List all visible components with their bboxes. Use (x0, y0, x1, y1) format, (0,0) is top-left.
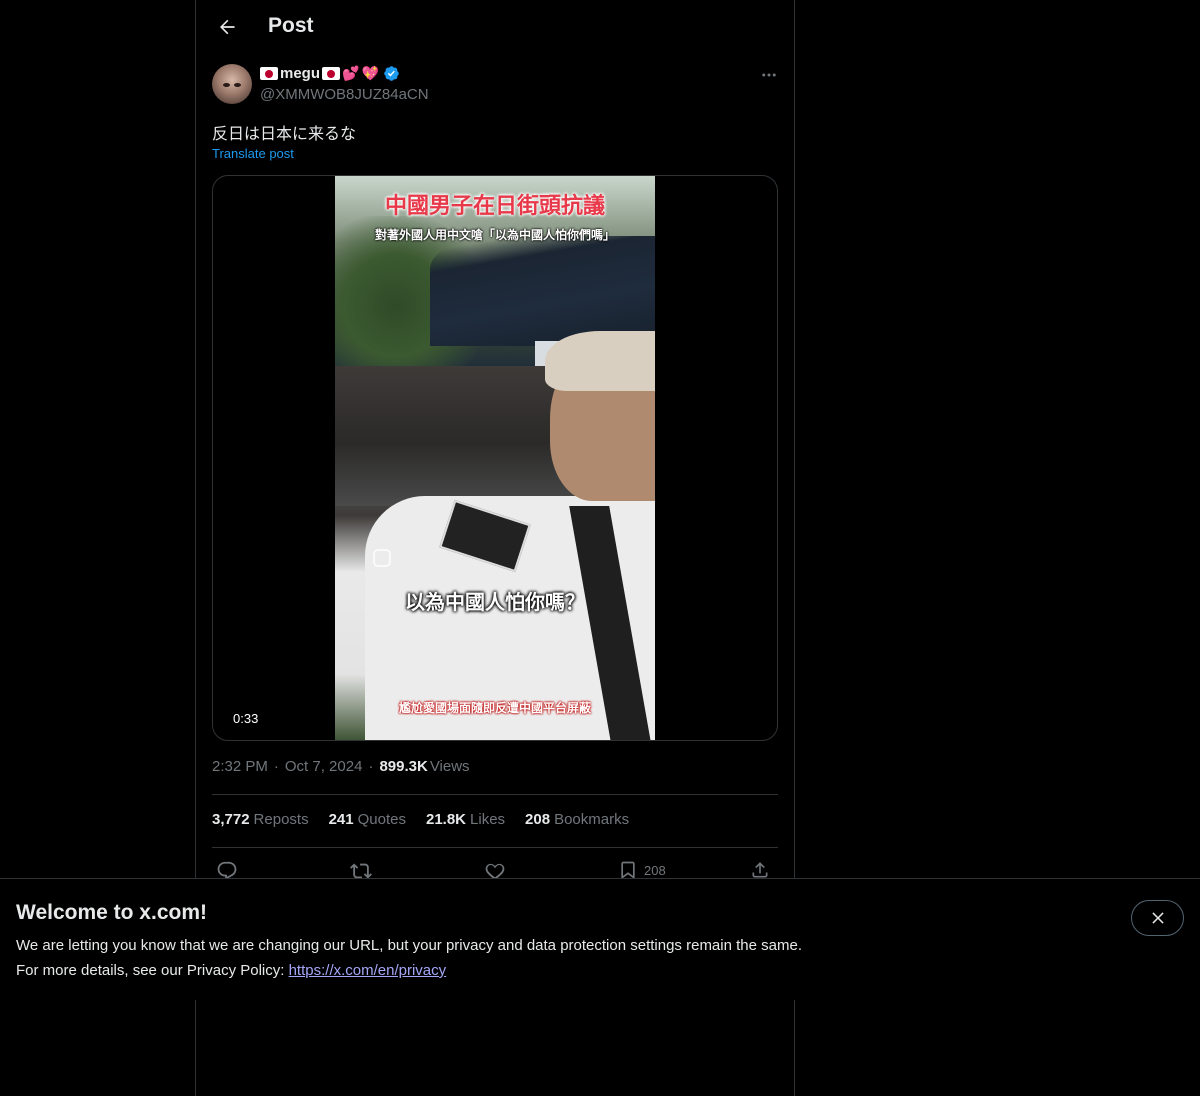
video-duration: 0:33 (225, 709, 267, 728)
likes-count: 21.8K (425, 811, 467, 828)
divider (212, 794, 778, 795)
avatar[interactable] (212, 64, 252, 104)
page-header: Post (196, 0, 794, 54)
quotes-label: Quotes (357, 811, 406, 828)
banner-text: We are letting you know that we are chan… (16, 937, 802, 954)
bookmark-count: 208 (644, 862, 666, 878)
heart-emoji: 💖 (361, 65, 379, 81)
likes-label: Likes (470, 811, 506, 828)
divider (212, 847, 778, 848)
quotes-count: 241 (328, 811, 354, 828)
watermark-icon (373, 549, 391, 567)
bookmark-icon (621, 861, 635, 880)
video-overlay-bottom-text: 尷尬愛國場面隨即反遭中國平台屏蔽 (398, 701, 591, 715)
video-player[interactable]: 中國男子在日街頭抗議 對著外國人用中文嗆「以為中國人怕你們嗎」 以為中國人怕你嗎… (212, 175, 778, 741)
close-icon (1151, 912, 1164, 924)
meta-separator: · (368, 758, 374, 775)
reposts-count: 3,772 (212, 811, 250, 828)
views-label: Views (429, 758, 470, 775)
likes-stat[interactable]: 21.8K Likes (426, 811, 505, 828)
post-date[interactable]: Oct 7, 2024 (285, 758, 363, 775)
reposts-stat[interactable]: 3,772 Reposts (212, 811, 309, 828)
video-overlay-caption: 以為中國人怕你嗎？ (405, 592, 585, 614)
japan-flag-emoji (322, 67, 341, 80)
reposts-label: Reposts (253, 811, 309, 828)
share-button[interactable] (750, 860, 770, 880)
post-text: 反日は日本に来るな (212, 126, 357, 143)
close-banner-button[interactable] (1131, 900, 1184, 936)
more-options-button[interactable] (758, 64, 780, 86)
views-count: 899.3K (379, 758, 428, 775)
bookmark-button[interactable]: 208 (618, 860, 666, 880)
privacy-policy-link[interactable]: https://x.com/en/privacy (289, 962, 447, 979)
bookmarks-stat[interactable]: 208 Bookmarks (525, 811, 629, 828)
arrow-left-icon (220, 19, 235, 35)
bookmarks-count: 208 (525, 811, 551, 828)
meta-separator: · (273, 758, 279, 775)
banner-text-line2: For more details, see our Privacy Policy… (16, 962, 446, 979)
quotes-stat[interactable]: 241 Quotes (329, 811, 406, 828)
more-horizontal-icon (762, 73, 776, 77)
banner-text-prefix: For more details, see our Privacy Policy… (16, 962, 289, 979)
author-name: megu (280, 65, 321, 82)
verified-badge-icon (383, 65, 400, 82)
author-handle[interactable]: @XMMWOB8JUZ84aCN (260, 86, 429, 103)
video-frame[interactable]: 中國男子在日街頭抗議 對著外國人用中文嗆「以為中國人怕你們嗎」 以為中國人怕你嗎… (335, 176, 655, 740)
back-button[interactable] (212, 12, 242, 42)
post-time[interactable]: 2:32 PM (212, 758, 268, 775)
cookie-banner: Welcome to x.com! We are letting you kno… (0, 878, 1200, 1000)
two-hearts-emoji: 💕 (342, 65, 360, 81)
banner-title: Welcome to x.com! (16, 901, 207, 924)
share-icon (752, 862, 768, 878)
video-overlay-title: 中國男子在日街頭抗議 (384, 193, 605, 218)
bookmarks-label: Bookmarks (554, 811, 630, 828)
translate-post-link[interactable]: Translate post (212, 146, 294, 161)
engagement-stats: 3,772 Reposts 241 Quotes 21.8K Likes 208… (212, 811, 629, 828)
japan-flag-emoji (260, 67, 278, 80)
video-overlay-subtitle: 對著外國人用中文嗆「以為中國人怕你們嗎」 (374, 228, 615, 242)
page-title: Post (268, 14, 314, 37)
author-name-row[interactable]: megu 💕 💖 (260, 65, 400, 82)
post-meta: 2:32 PM · Oct 7, 2024 · 899.3K Views (212, 758, 470, 775)
